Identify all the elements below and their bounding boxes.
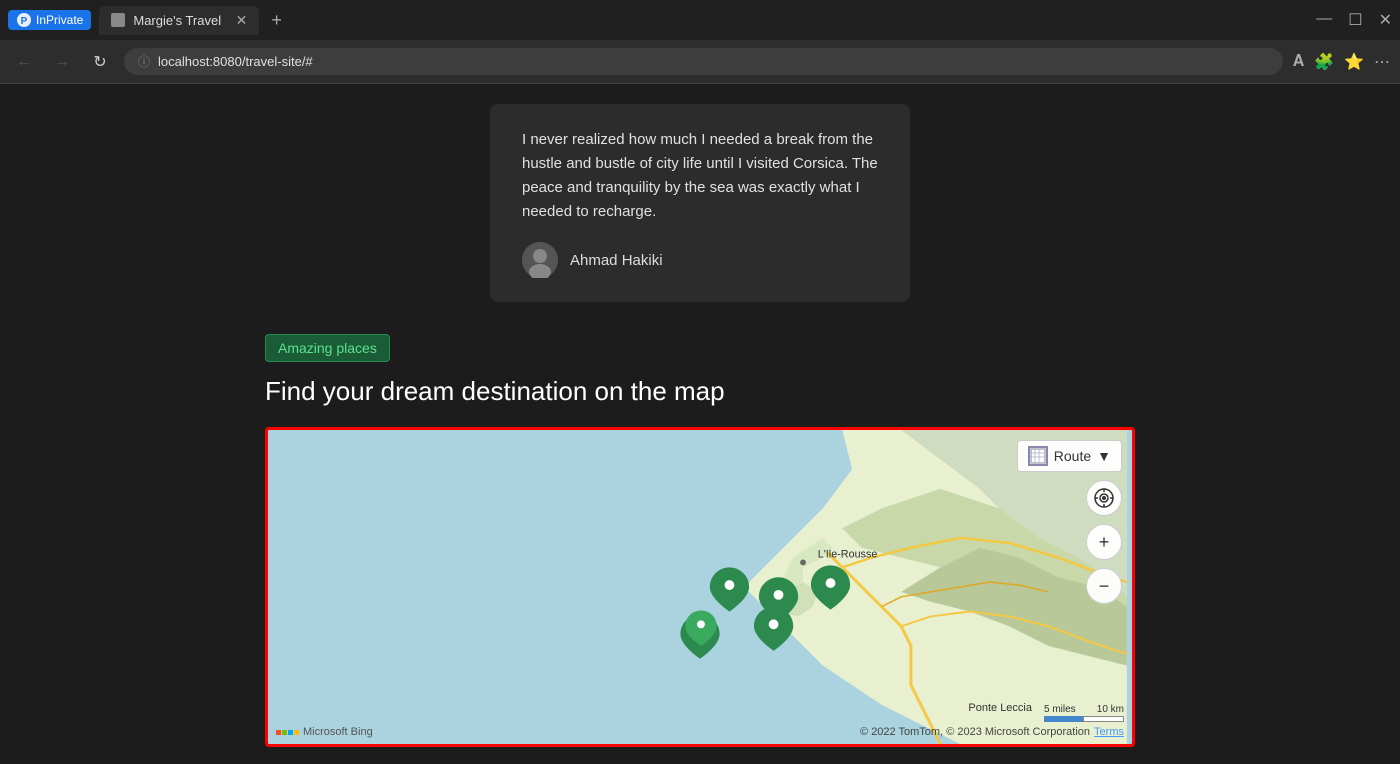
section-inner: Amazing places Find your dream destinati… <box>265 334 1135 747</box>
route-label: Route <box>1054 448 1091 464</box>
svg-text:P: P <box>21 16 28 27</box>
scale-line <box>1044 716 1124 722</box>
inprivate-icon: P <box>16 12 32 28</box>
more-options-icon[interactable]: ⋯ <box>1374 52 1390 72</box>
forward-button[interactable]: → <box>48 48 76 76</box>
author-name: Ahmad Hakiki <box>570 252 663 269</box>
address-info-icon: ⓘ <box>138 53 150 70</box>
active-tab[interactable]: Margie's Travel ✕ <box>99 6 259 35</box>
attribution-text: © 2022 TomTom, © 2023 Microsoft Corporat… <box>860 726 1090 738</box>
zoom-in-button[interactable]: + <box>1086 524 1122 560</box>
new-tab-button[interactable]: + <box>267 10 286 31</box>
avatar <box>522 242 558 278</box>
map-container[interactable]: L'Ile-Rousse <box>265 427 1135 747</box>
bing-logo-blue <box>288 730 293 735</box>
address-text: localhost:8080/travel-site/# <box>158 54 313 69</box>
section-badge: Amazing places <box>265 334 390 362</box>
title-bar-right: — ☐ ✕ <box>1316 10 1392 30</box>
nav-bar: ← → ↻ ⓘ localhost:8080/travel-site/# 𝐀 🧩… <box>0 40 1400 84</box>
nav-right-icons: 𝐀 🧩 ⭐ ⋯ <box>1293 52 1390 72</box>
title-bar: P InPrivate Margie's Travel ✕ + — ☐ ✕ <box>0 0 1400 40</box>
scale-miles: 5 miles <box>1044 704 1076 715</box>
scale-blue-segment <box>1044 716 1083 722</box>
refresh-button[interactable]: ↻ <box>86 48 114 76</box>
maximize-button[interactable]: ☐ <box>1348 10 1362 30</box>
section-title: Find your dream destination on the map <box>265 376 1135 407</box>
bing-logo <box>276 730 299 735</box>
testimonial-author: Ahmad Hakiki <box>522 242 878 278</box>
address-bar[interactable]: ⓘ localhost:8080/travel-site/# <box>124 48 1283 75</box>
map-area[interactable]: L'Ile-Rousse <box>268 430 1132 744</box>
scale-white-segment <box>1083 716 1124 722</box>
tab-favicon <box>111 13 125 27</box>
zoom-out-button[interactable]: − <box>1086 568 1122 604</box>
ponte-leccia-label: Ponte Leccia <box>968 702 1032 714</box>
bing-logo-red <box>276 730 281 735</box>
scale-km: 10 km <box>1097 704 1124 715</box>
bing-logo-green <box>282 730 287 735</box>
footer-section: Margie's Travel <box>0 747 1400 764</box>
favorites-icon[interactable]: ⭐ <box>1344 52 1364 72</box>
window-controls: — ☐ ✕ <box>1316 10 1392 30</box>
tab-title: Margie's Travel <box>133 13 221 28</box>
inprivate-badge[interactable]: P InPrivate <box>8 10 91 30</box>
testimonial-section: I never realized how much I needed a bre… <box>0 84 1400 302</box>
map-svg: L'Ile-Rousse <box>268 430 1132 744</box>
svg-text:L'Ile-Rousse: L'Ile-Rousse <box>818 549 878 561</box>
inprivate-label: InPrivate <box>36 13 83 27</box>
tab-close-button[interactable]: ✕ <box>236 12 248 29</box>
route-dropdown[interactable]: Route ▼ <box>1017 440 1122 472</box>
map-controls: Route ▼ <box>1017 440 1122 604</box>
close-button[interactable]: ✕ <box>1379 10 1392 30</box>
route-icon <box>1028 446 1048 466</box>
page-content: I never realized how much I needed a bre… <box>0 84 1400 764</box>
bing-label: Microsoft Bing <box>303 726 373 738</box>
scale-labels: 5 miles 10 km <box>1044 704 1124 715</box>
testimonial-card: I never realized how much I needed a bre… <box>490 104 910 302</box>
read-aloud-icon[interactable]: 𝐀 <box>1293 53 1304 71</box>
title-bar-left: P InPrivate Margie's Travel ✕ + <box>8 6 286 35</box>
scale-bar: 5 miles 10 km <box>1044 704 1124 722</box>
microsoft-bing-attribution: Microsoft Bing <box>276 726 373 738</box>
minimize-button[interactable]: — <box>1316 10 1332 30</box>
extensions-icon[interactable]: 🧩 <box>1314 52 1334 72</box>
back-button[interactable]: ← <box>10 48 38 76</box>
map-attribution: © 2022 TomTom, © 2023 Microsoft Corporat… <box>860 726 1124 738</box>
location-button[interactable] <box>1086 480 1122 516</box>
bing-logo-yellow <box>294 730 299 735</box>
amazing-places-section: Amazing places Find your dream destinati… <box>0 302 1400 747</box>
testimonial-text: I never realized how much I needed a bre… <box>522 128 878 224</box>
terms-link[interactable]: Terms <box>1094 726 1124 738</box>
route-dropdown-arrow: ▼ <box>1097 448 1111 464</box>
browser-chrome: P InPrivate Margie's Travel ✕ + — ☐ ✕ ← … <box>0 0 1400 84</box>
